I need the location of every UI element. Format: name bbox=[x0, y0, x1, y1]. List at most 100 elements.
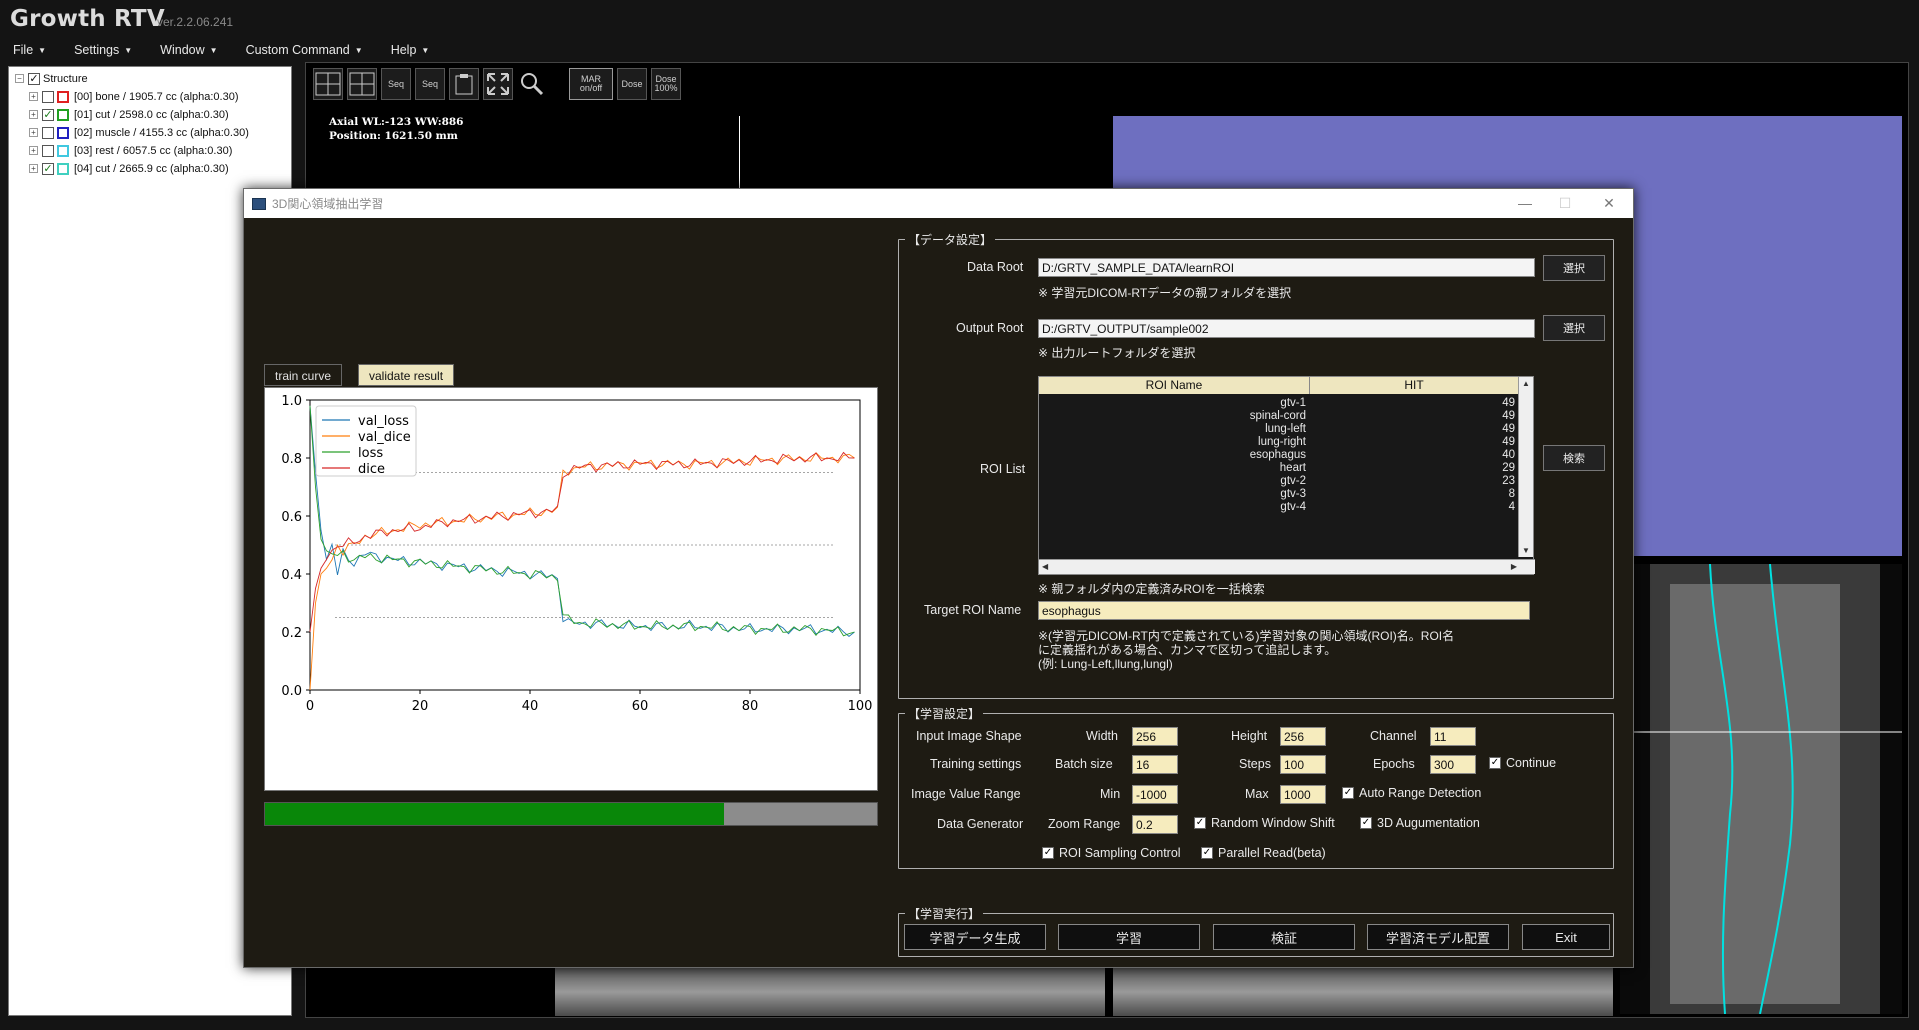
tree-item-checkbox[interactable] bbox=[42, 126, 54, 139]
roi-name-cell[interactable]: gtv-2 bbox=[1039, 475, 1306, 487]
menu-window[interactable]: Window ▼ bbox=[153, 40, 224, 62]
mar-toggle-button[interactable]: MAR on/off bbox=[569, 68, 613, 100]
expand-icon[interactable]: + bbox=[29, 146, 38, 155]
tab-validate-result[interactable]: validate result bbox=[358, 364, 455, 386]
layout-seq-icon[interactable]: Seq bbox=[381, 68, 411, 100]
random-window-shift-checkbox[interactable]: ✓ Random Window Shift bbox=[1194, 816, 1335, 830]
caret-down-icon: ▼ bbox=[38, 46, 47, 56]
image-range-label: Image Value Range bbox=[911, 787, 1021, 801]
auto-range-checkbox[interactable]: ✓ Auto Range Detection bbox=[1342, 786, 1481, 800]
min-field[interactable]: -1000 bbox=[1132, 785, 1178, 804]
height-field[interactable]: 256 bbox=[1280, 727, 1326, 746]
expand-icon[interactable]: + bbox=[29, 92, 38, 101]
layout-1x2-icon[interactable] bbox=[313, 68, 343, 100]
channel-field[interactable]: 11 bbox=[1430, 727, 1476, 746]
data-root-select-button[interactable]: 選択 bbox=[1543, 255, 1605, 281]
roi-name-cell[interactable]: lung-left bbox=[1039, 423, 1306, 435]
steps-field[interactable]: 100 bbox=[1280, 755, 1326, 774]
tab-train-curve[interactable]: train curve bbox=[264, 364, 343, 386]
roi-name-cell[interactable]: gtv-1 bbox=[1039, 397, 1306, 409]
expand-icon[interactable]: + bbox=[29, 128, 38, 137]
scroll-up-icon[interactable]: ▲ bbox=[1522, 379, 1530, 388]
dialog-titlebar[interactable]: 3D関心領域抽出学習 — ☐ ✕ bbox=[244, 189, 1633, 218]
batch-field[interactable]: 16 bbox=[1132, 755, 1178, 774]
tree-item[interactable]: + [03] rest / 6057.5 cc (alpha:0.30) bbox=[29, 142, 232, 159]
roi-sampling-checkbox[interactable]: ✓ ROI Sampling Control bbox=[1042, 846, 1181, 860]
roi-vertical-scrollbar[interactable]: ▲ ▼ bbox=[1518, 377, 1533, 557]
training-settings-label: Training settings bbox=[930, 757, 1022, 771]
tree-root-checkbox[interactable]: ✓ bbox=[28, 72, 40, 85]
check-icon[interactable]: ✓ bbox=[1342, 787, 1354, 799]
3d-augmentation-checkbox[interactable]: ✓ 3D Augumentation bbox=[1360, 816, 1480, 830]
scroll-left-icon[interactable]: ◀ bbox=[1042, 562, 1048, 571]
tree-item[interactable]: + [00] bone / 1905.7 cc (alpha:0.30) bbox=[29, 88, 239, 105]
color-swatch-icon bbox=[57, 126, 69, 139]
zoom-icon[interactable] bbox=[517, 68, 547, 100]
roi-name-cell[interactable]: gtv-4 bbox=[1039, 501, 1306, 513]
menu-file[interactable]: File ▼ bbox=[6, 40, 53, 62]
target-roi-field[interactable]: esophagus bbox=[1038, 601, 1530, 620]
steps-label: Steps bbox=[1239, 757, 1271, 771]
training-chart: 0.0 0.2 0.4 0.6 0.8 1.0 0 20 40 60 80 100 val_loss va… bbox=[264, 387, 878, 791]
roi-list-table[interactable]: ROI Name HIT gtv-1 49 spinal-cord 49 lung-le… bbox=[1038, 376, 1535, 575]
check-icon[interactable]: ✓ bbox=[1489, 757, 1501, 769]
validate-button[interactable]: 検証 bbox=[1213, 924, 1355, 950]
expand-icon[interactable]: + bbox=[29, 110, 38, 119]
menu-help[interactable]: Help ▼ bbox=[384, 40, 437, 62]
output-root-select-button[interactable]: 選択 bbox=[1543, 315, 1605, 341]
tree-item[interactable]: + ✓ [04] cut / 2665.9 cc (alpha:0.30) bbox=[29, 160, 229, 177]
tree-root[interactable]: − ✓ Structure bbox=[15, 70, 88, 87]
roi-name-cell[interactable]: lung-right bbox=[1039, 436, 1306, 448]
roi-name-cell[interactable]: esophagus bbox=[1039, 449, 1306, 461]
width-field[interactable]: 256 bbox=[1132, 727, 1178, 746]
tree-item-checkbox[interactable] bbox=[42, 144, 54, 157]
roi-name-cell[interactable]: heart bbox=[1039, 462, 1306, 474]
check-icon[interactable]: ✓ bbox=[1194, 817, 1206, 829]
tree-item-checkbox[interactable]: ✓ bbox=[42, 108, 54, 121]
output-root-field[interactable]: D:/GRTV_OUTPUT/sample002 bbox=[1038, 319, 1535, 338]
roi-horizontal-scrollbar[interactable]: ◀ ▶ bbox=[1039, 559, 1535, 574]
epochs-field[interactable]: 300 bbox=[1430, 755, 1476, 774]
generate-data-button[interactable]: 学習データ生成 bbox=[904, 924, 1046, 950]
scroll-down-icon[interactable]: ▼ bbox=[1522, 546, 1530, 555]
expand-icon[interactable]: + bbox=[29, 164, 38, 173]
menu-settings[interactable]: Settings ▼ bbox=[67, 40, 139, 62]
deploy-model-button[interactable]: 学習済モデル配置 bbox=[1367, 924, 1509, 950]
exit-button[interactable]: Exit bbox=[1522, 924, 1610, 950]
minimize-icon[interactable]: — bbox=[1515, 194, 1535, 212]
tree-item[interactable]: + ✓ [01] cut / 2598.0 cc (alpha:0.30) bbox=[29, 106, 229, 123]
train-button[interactable]: 学習 bbox=[1058, 924, 1200, 950]
dose-pen-button[interactable]: Dose bbox=[617, 68, 647, 100]
roi-search-button[interactable]: 検索 bbox=[1543, 445, 1605, 471]
viewport-divider bbox=[739, 116, 740, 190]
roi-name-cell[interactable]: gtv-3 bbox=[1039, 488, 1306, 500]
layout-seq-grid-icon[interactable]: Seq bbox=[415, 68, 445, 100]
dose-100-button[interactable]: Dose 100% bbox=[651, 68, 681, 100]
roi-col-hit[interactable]: HIT bbox=[1310, 377, 1519, 394]
y-tick-label: 0.2 bbox=[281, 626, 302, 641]
parallel-read-checkbox[interactable]: ✓ Parallel Read(beta) bbox=[1201, 846, 1326, 860]
maximize-icon[interactable]: ☐ bbox=[1555, 194, 1575, 212]
layout-2x2-icon[interactable] bbox=[347, 68, 377, 100]
check-icon[interactable]: ✓ bbox=[1201, 847, 1213, 859]
collapse-icon[interactable]: − bbox=[15, 74, 24, 83]
check-icon[interactable]: ✓ bbox=[1360, 817, 1372, 829]
legend-label: loss bbox=[358, 446, 383, 461]
roi-col-name[interactable]: ROI Name bbox=[1039, 377, 1310, 394]
scroll-right-icon[interactable]: ▶ bbox=[1511, 562, 1517, 571]
tree-item-checkbox[interactable]: ✓ bbox=[42, 162, 54, 175]
roi-name-cell[interactable]: spinal-cord bbox=[1039, 410, 1306, 422]
tree-item-checkbox[interactable] bbox=[42, 90, 54, 103]
clipboard-icon[interactable] bbox=[449, 68, 479, 100]
data-root-field[interactable]: D:/GRTV_SAMPLE_DATA/learnROI bbox=[1038, 258, 1535, 277]
menu-custom-command[interactable]: Custom Command ▼ bbox=[239, 40, 370, 62]
tree-item[interactable]: + [02] muscle / 4155.3 cc (alpha:0.30) bbox=[29, 124, 249, 141]
check-icon[interactable]: ✓ bbox=[1042, 847, 1054, 859]
zoom-range-field[interactable]: 0.2 bbox=[1132, 815, 1178, 834]
max-field[interactable]: 1000 bbox=[1280, 785, 1326, 804]
expand-icon[interactable] bbox=[483, 68, 513, 100]
close-icon[interactable]: ✕ bbox=[1599, 194, 1619, 212]
continue-checkbox[interactable]: ✓ Continue bbox=[1489, 756, 1556, 770]
y-tick-label: 1.0 bbox=[281, 394, 302, 409]
viewport-sagittal[interactable] bbox=[1620, 564, 1902, 1014]
